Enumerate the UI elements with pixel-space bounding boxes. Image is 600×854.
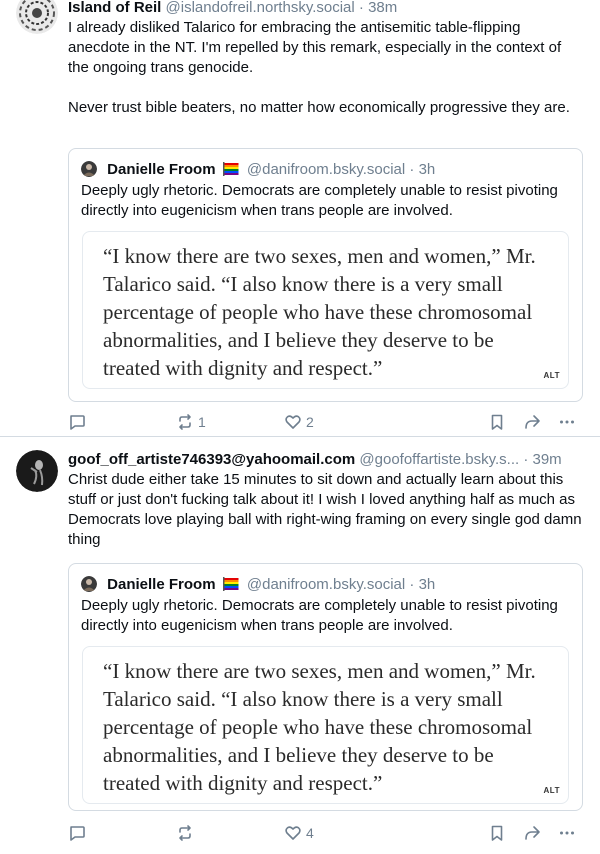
post-header: goof_off_artiste746393@yahoomail.com @go… — [68, 450, 584, 470]
heart-icon — [284, 413, 302, 431]
image-quote-text: “I know there are two sexes, men and wom… — [103, 659, 536, 795]
quoted-post-image[interactable]: “I know there are two sexes, men and wom… — [82, 231, 569, 389]
author-display-name[interactable]: goof_off_artiste746393@yahoomail.com — [68, 451, 355, 468]
speech-bubble-icon — [68, 824, 86, 842]
quoted-post-text: Deeply ugly rhetoric. Democrats are comp… — [81, 182, 558, 219]
header-separator: · — [409, 576, 415, 593]
like-count: 4 — [306, 825, 314, 841]
like-button[interactable]: 2 — [284, 410, 314, 434]
alt-text-badge[interactable]: ALT — [544, 371, 560, 380]
more-options-button[interactable] — [558, 410, 576, 434]
repost-count: 1 — [198, 414, 206, 430]
post-text: I already disliked Talarico for embracin… — [68, 19, 570, 116]
quoted-author-display-name: Danielle Froom — [107, 161, 216, 178]
author-handle[interactable]: @goofoffartiste.bsky.s... — [359, 451, 519, 468]
quoted-post-header: Danielle Froom @danifroom.bsky.social · … — [81, 160, 435, 182]
post-text: Christ dude either take 15 minutes to si… — [68, 471, 586, 548]
author-avatar[interactable] — [16, 450, 58, 492]
quoted-author-handle: @danifroom.bsky.social — [246, 576, 406, 593]
post-actions: 1 2 — [68, 410, 584, 434]
repost-button[interactable]: 1 — [176, 410, 206, 434]
author-avatar[interactable] — [16, 0, 58, 34]
post-timestamp[interactable]: 39m — [533, 451, 562, 468]
author-handle[interactable]: @islandofreil.northsky.social — [166, 0, 355, 16]
bookmark-icon — [488, 824, 506, 842]
share-arrow-icon — [523, 413, 541, 431]
quoted-author-handle: @danifroom.bsky.social — [246, 161, 406, 178]
rainbow-flag-icon — [222, 162, 239, 182]
quoted-post-text: Deeply ugly rhetoric. Democrats are comp… — [81, 597, 558, 634]
post-actions: 4 — [68, 821, 584, 845]
feed-post[interactable]: goof_off_artiste746393@yahoomail.com @go… — [0, 435, 600, 854]
post-header: Island of Reil @islandofreil.northsky.so… — [68, 0, 584, 18]
reply-button[interactable] — [68, 410, 90, 434]
header-separator: · — [523, 451, 529, 468]
ellipsis-icon — [558, 413, 576, 431]
quoted-post[interactable]: Danielle Froom @danifroom.bsky.social · … — [68, 148, 583, 402]
share-button[interactable] — [523, 821, 541, 845]
quoted-author-display-name: Danielle Froom — [107, 576, 216, 593]
quoted-author-avatar — [81, 161, 97, 177]
feed-post[interactable]: Island of Reil @islandofreil.northsky.so… — [0, 0, 600, 433]
rainbow-flag-icon — [222, 577, 239, 597]
bookmark-button[interactable] — [488, 821, 506, 845]
like-count: 2 — [306, 414, 314, 430]
quoted-post-timestamp: 3h — [418, 576, 436, 593]
repost-button[interactable] — [176, 821, 198, 845]
reply-button[interactable] — [68, 821, 90, 845]
bookmark-icon — [488, 413, 506, 431]
header-separator: · — [358, 0, 364, 16]
bookmark-button[interactable] — [488, 410, 506, 434]
header-separator: · — [409, 161, 415, 178]
like-button[interactable]: 4 — [284, 821, 314, 845]
heart-icon — [284, 824, 302, 842]
alt-text-badge[interactable]: ALT — [544, 786, 560, 795]
author-display-name[interactable]: Island of Reil — [68, 0, 161, 16]
quoted-post-timestamp: 3h — [418, 161, 436, 178]
speech-bubble-icon — [68, 413, 86, 431]
quoted-author-avatar — [81, 576, 97, 592]
quoted-post-image[interactable]: “I know there are two sexes, men and wom… — [82, 646, 569, 804]
post-timestamp[interactable]: 38m — [368, 0, 397, 16]
quoted-post[interactable]: Danielle Froom @danifroom.bsky.social · … — [68, 563, 583, 811]
repost-arrows-icon — [176, 824, 194, 842]
quoted-post-header: Danielle Froom @danifroom.bsky.social · … — [81, 575, 435, 597]
share-arrow-icon — [523, 824, 541, 842]
ellipsis-icon — [558, 824, 576, 842]
more-options-button[interactable] — [558, 821, 576, 845]
image-quote-text: “I know there are two sexes, men and wom… — [103, 244, 536, 380]
share-button[interactable] — [523, 410, 541, 434]
repost-arrows-icon — [176, 413, 194, 431]
